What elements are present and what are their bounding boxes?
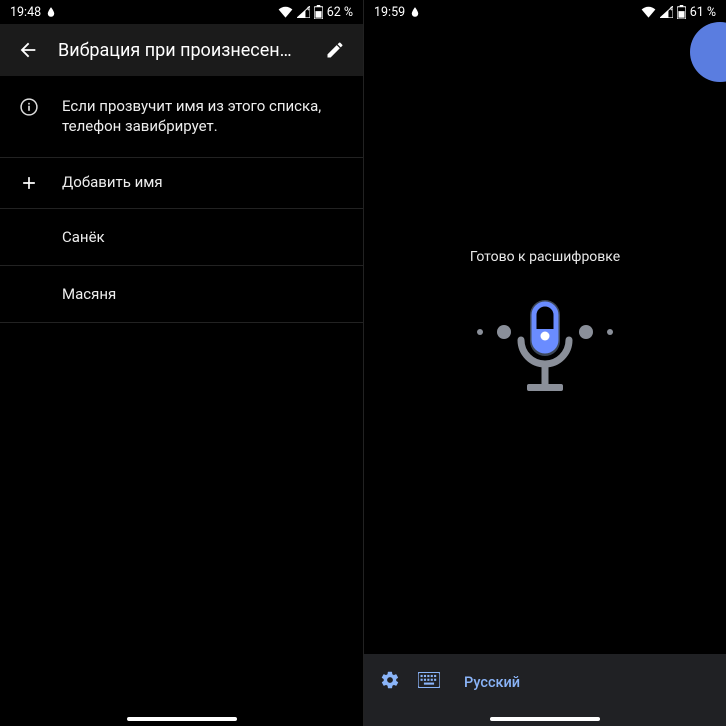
settings-button[interactable] [380,670,400,694]
keyboard-button[interactable] [418,672,440,692]
ready-label: Готово к расшифровке [470,249,620,265]
add-name-label: Добавить имя [62,172,163,192]
language-button[interactable]: Русский [464,674,520,691]
notification-drop-icon [411,7,419,17]
home-indicator[interactable] [490,717,600,721]
bottom-bar: Русский [364,654,726,726]
app-bar: Вибрация при произнесен… [0,24,363,76]
info-row: Если прозвучит имя из этого списка, теле… [0,76,363,158]
battery-icon [314,5,323,19]
back-button[interactable] [8,30,48,70]
wifi-icon [278,6,293,18]
gear-icon [380,670,400,690]
clock: 19:48 [10,5,41,20]
plus-icon [18,172,40,194]
add-name-row[interactable]: Добавить имя [0,158,363,209]
right-screen: 19:59 4 61 % Готово к расшифровке [363,0,726,726]
signal-icon: 4 [297,6,310,18]
name-row[interactable]: Санёк [0,209,363,266]
battery-percent: 62 % [327,5,353,20]
transcribe-area: Готово к расшифровке [364,24,726,726]
svg-text:4: 4 [669,7,673,13]
sound-dot [607,329,613,335]
info-text: Если прозвучит имя из этого списка, теле… [62,96,345,137]
sound-dot [497,325,511,339]
name-row[interactable]: Масяня [0,266,363,323]
name-label: Масяня [62,284,116,304]
edit-button[interactable] [315,30,355,70]
left-screen: 19:48 4 62 % Вибрация при произнесен… Ес… [0,0,363,726]
mic-icon [505,296,585,416]
battery-percent: 61 % [690,5,716,20]
notification-drop-icon [47,7,55,17]
status-bar: 19:48 4 62 % [0,0,363,24]
clock: 19:59 [374,5,405,20]
svg-text:4: 4 [306,7,310,13]
battery-icon [677,5,686,19]
keyboard-icon [418,672,440,688]
pencil-icon [325,40,345,60]
microphone[interactable] [455,291,635,421]
home-indicator[interactable] [127,717,237,721]
sound-dot [579,325,593,339]
page-title: Вибрация при произнесен… [58,40,305,61]
info-icon [18,96,40,118]
status-bar: 19:59 4 61 % [364,0,726,24]
wifi-icon [641,6,656,18]
sound-dot [477,329,483,335]
signal-icon: 4 [660,6,673,18]
name-label: Санёк [62,227,105,247]
arrow-back-icon [17,39,39,61]
